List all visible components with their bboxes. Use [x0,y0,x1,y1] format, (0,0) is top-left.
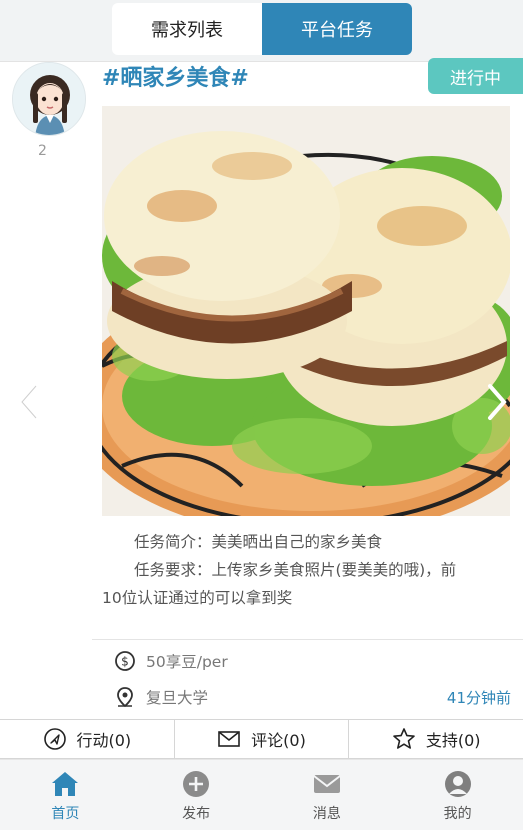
home-icon [52,772,79,796]
status-badge: 进行中 [428,58,523,94]
bottom-tab-bar: 首页 发布 消息 我的 [0,759,523,830]
task-req-label: 任务要求： [134,561,212,579]
reward-text: 50享豆/per [146,653,228,671]
tab-publish[interactable]: 发布 [131,760,262,830]
location-row: 复旦大学 [114,684,208,710]
tab-demand-list[interactable]: 需求列表 [112,3,262,55]
divider [92,639,523,640]
action-button[interactable]: 行动(0) [0,720,175,758]
tab-mine-label: 我的 [443,806,472,822]
tab-mine[interactable]: 我的 [392,760,523,830]
carousel-next-button[interactable] [482,382,512,422]
task-req-text: 上传家乡美食照片(要美美的哦)，前 [211,561,457,579]
task-intro-text: 美美晒出自己的家乡美食 [211,533,383,551]
plus-icon [183,771,210,797]
task-requirement: 任务要求：上传家乡美食照片(要美美的哦)，前 [102,556,502,584]
support-button[interactable]: 支持(0) [349,720,523,758]
action-bar: 行动(0) 评论(0) 支持(0) [0,719,523,759]
task-intro: 任务简介：美美晒出自己的家乡美食 [102,528,502,556]
carousel-prev-button[interactable] [14,382,44,422]
comment-button[interactable]: 评论(0) [175,720,350,758]
star-icon [393,728,415,749]
tab-messages[interactable]: 消息 [262,760,393,830]
svg-text:$: $ [121,655,129,669]
avatar[interactable] [12,62,86,136]
tab-home[interactable]: 首页 [0,760,131,830]
coin-icon: $ [115,651,135,671]
support-label: 支持(0) [425,731,481,750]
chevron-right-icon [488,384,507,420]
girl-avatar-icon [13,63,85,135]
tab-publish-label: 发布 [182,806,211,822]
comment-label: 评论(0) [251,731,306,750]
user-count: 2 [38,143,47,159]
task-requirement-cont: 10位认证通过的可以拿到奖 [102,589,293,607]
mail-icon [218,731,240,747]
food-photo-image [102,106,510,516]
tab-messages-label: 消息 [312,806,341,822]
chevron-left-icon [19,384,38,420]
header-bar: 需求列表 平台任务 [0,0,523,62]
timestamp: 41分钟前 [446,689,511,707]
tab-platform-tasks[interactable]: 平台任务 [262,3,412,55]
message-icon [313,775,341,793]
navigation-arrow-icon [43,728,66,750]
location-pin-icon [117,687,133,708]
action-label: 行动(0) [76,731,132,750]
post-photo[interactable] [102,106,510,516]
tab-home-label: 首页 [51,806,80,822]
task-description: 任务简介：美美晒出自己的家乡美食 任务要求：上传家乡美食照片(要美美的哦)，前 … [102,528,502,612]
location-text: 复旦大学 [146,689,209,707]
post-title[interactable]: #晒家乡美食# [102,60,249,92]
task-intro-label: 任务简介： [134,533,212,551]
user-icon [444,771,471,797]
reward-row: $ 50享豆/per [114,648,228,674]
